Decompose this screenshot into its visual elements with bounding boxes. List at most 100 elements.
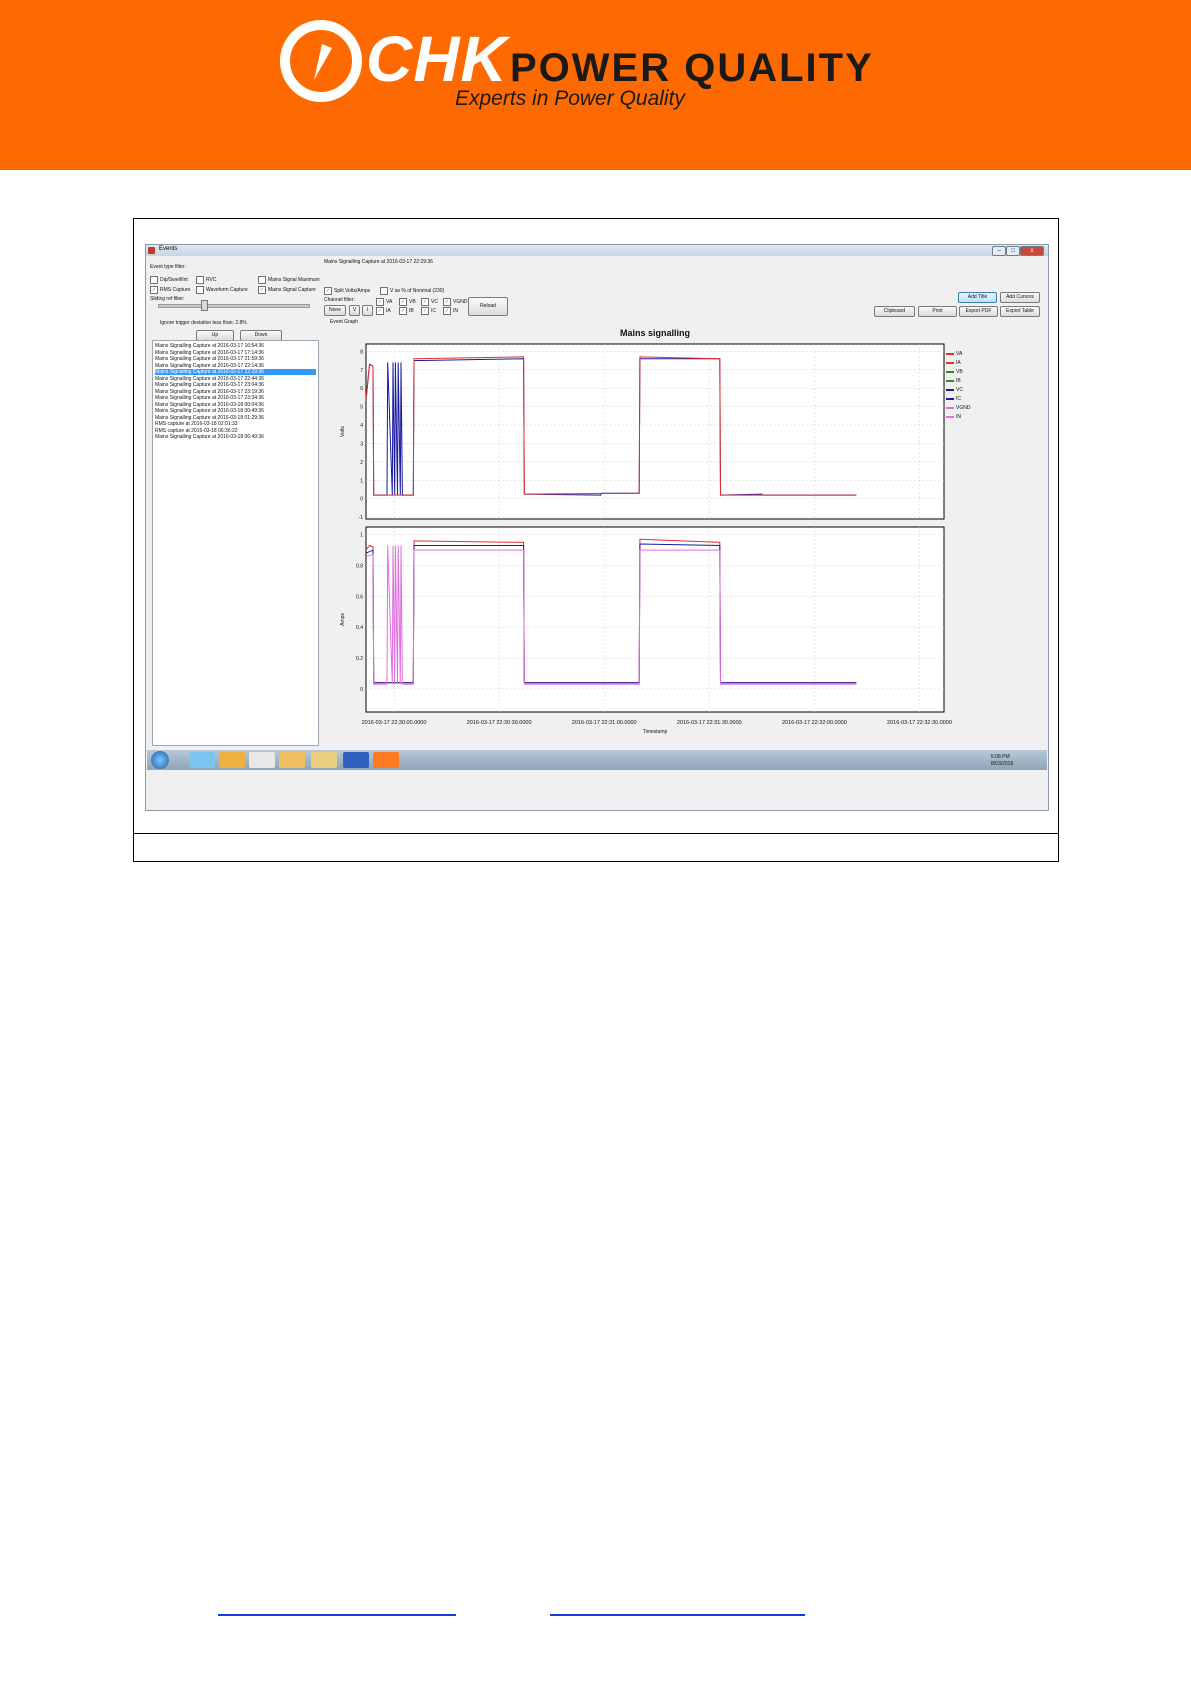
- legend-item: VC: [946, 387, 986, 394]
- legend-label: VB: [956, 369, 963, 375]
- y-axis-label: Amps: [340, 613, 346, 626]
- start-button-icon[interactable]: [151, 751, 169, 769]
- close-button[interactable]: x: [1020, 246, 1044, 256]
- split-volts-amps-checkbox[interactable]: ✓: [324, 287, 332, 295]
- chrome-icon[interactable]: [249, 752, 275, 768]
- add-cursors-button[interactable]: Add Cursors: [1000, 292, 1040, 303]
- event-list-item[interactable]: Mains Signalling Capture at 2016-03-18 0…: [155, 415, 316, 421]
- add-title-button[interactable]: Add Title: [958, 292, 997, 303]
- channel-va-label: VA: [386, 299, 393, 305]
- x-tick-label: 2016-03-17 22:30:00.0000: [362, 720, 427, 726]
- event-list-item[interactable]: Mains Signalling Capture at 2016-03-17 2…: [155, 395, 316, 401]
- filter-rvc-label: RVC: [206, 277, 217, 283]
- legend-item: IC: [946, 396, 986, 403]
- channel-in-checkbox[interactable]: ✓: [443, 307, 451, 315]
- channel-vb-checkbox[interactable]: ✓: [399, 298, 407, 306]
- maximize-button[interactable]: □: [1006, 246, 1020, 256]
- legend-item: VGND: [946, 405, 986, 412]
- x-tick-label: 2016-03-17 22:30:30.0000: [467, 720, 532, 726]
- event-list[interactable]: Mains Signalling Capture at 2016-03-17 1…: [152, 340, 319, 746]
- y-tick-label: 0.8: [356, 564, 363, 570]
- y-tick-label: -1: [359, 515, 364, 521]
- event-list-item[interactable]: Mains Signalling Capture at 2016-03-17 1…: [155, 350, 316, 356]
- clipboard-button[interactable]: Clipboard: [874, 306, 915, 317]
- channel-ia-label: IA: [386, 308, 391, 314]
- y-tick-label: 0.6: [356, 594, 363, 600]
- event-list-item[interactable]: Mains Signalling Capture at 2016-03-17 2…: [155, 389, 316, 395]
- channel-va-checkbox[interactable]: ✓: [376, 298, 384, 306]
- mains-signalling-chart: Mains signalling -1 0 1 2 3 4 5 6 7 8 Volts 0 0.2 0.4 0…: [340, 328, 952, 735]
- clock-date[interactable]: 8/03/2016: [991, 761, 1013, 767]
- media-player-icon[interactable]: [219, 752, 245, 768]
- v-as-percent-checkbox[interactable]: [380, 287, 388, 295]
- x-tick-label: 2016-03-17 22:32:00.0000: [782, 720, 847, 726]
- channel-vb-label: VB: [409, 299, 416, 305]
- filter-dip-swell-checkbox[interactable]: [150, 276, 158, 284]
- legend-label: VC: [956, 387, 963, 393]
- channel-ib-label: IB: [409, 308, 414, 314]
- channel-ic-checkbox[interactable]: ✓: [421, 307, 429, 315]
- filter-mains-signal-max-checkbox[interactable]: [258, 276, 266, 284]
- event-list-item[interactable]: Mains Signalling Capture at 2016-03-17 2…: [155, 376, 316, 382]
- y-tick-label: 3: [360, 441, 363, 447]
- reload-button[interactable]: Reload: [468, 297, 508, 316]
- sliding-ref-slider-thumb[interactable]: [201, 300, 208, 311]
- event-list-item[interactable]: Mains Signalling Capture at 2016-03-17 2…: [155, 356, 316, 362]
- y-tick-label: 0: [360, 687, 363, 693]
- clock-time[interactable]: 5:08 PM: [991, 754, 1010, 760]
- legend-label: IA: [956, 360, 961, 366]
- event-type-filter-label: Event type filter:: [150, 264, 186, 270]
- channel-v-button[interactable]: V: [349, 305, 360, 316]
- event-list-item[interactable]: Mains Signalling Capture at 2016-03-17 2…: [155, 369, 316, 375]
- filter-waveform-capture-checkbox[interactable]: [196, 286, 204, 294]
- filter-mains-signal-max-label: Mains Signal Maximum: [268, 277, 320, 283]
- minimize-button[interactable]: –: [992, 246, 1006, 256]
- filter-rms-capture-label: RMS Capture: [160, 287, 191, 293]
- export-table-button[interactable]: Export Table: [1000, 306, 1040, 317]
- channel-vgnd-checkbox[interactable]: ✓: [443, 298, 451, 306]
- legend-swatch: [946, 362, 954, 364]
- filter-rvc-checkbox[interactable]: [196, 276, 204, 284]
- sliding-ref-slider-track[interactable]: [158, 304, 310, 308]
- event-list-item[interactable]: RMS capture at 2016-03-18 02:01:33: [155, 421, 316, 427]
- export-pdf-button[interactable]: Export PDF: [959, 306, 998, 317]
- channel-vc-checkbox[interactable]: ✓: [421, 298, 429, 306]
- footer-link-1[interactable]: [218, 1600, 456, 1616]
- event-graph-tab[interactable]: Event Graph: [330, 319, 358, 325]
- chk-app-icon[interactable]: [373, 752, 399, 768]
- legend-item: VA: [946, 351, 986, 358]
- channel-none-button[interactable]: None: [324, 305, 346, 316]
- legend-item: IA: [946, 360, 986, 367]
- channel-ib-checkbox[interactable]: ✓: [399, 307, 407, 315]
- event-list-item[interactable]: Mains Signalling Capture at 2016-03-17 1…: [155, 343, 316, 349]
- y-tick-label: 0.2: [356, 656, 363, 662]
- explorer-icon[interactable]: [311, 752, 337, 768]
- plot-area: [365, 343, 945, 520]
- channel-filter-label: Channel filter:: [324, 297, 355, 303]
- legend-label: VGND: [956, 405, 971, 411]
- event-list-item[interactable]: RMS capture at 2016-03-18 06:36:22: [155, 428, 316, 434]
- event-list-item[interactable]: Mains Signalling Capture at 2016-03-18 0…: [155, 434, 316, 440]
- channel-ia-checkbox[interactable]: ✓: [376, 307, 384, 315]
- page-header: CHK POWER QUALITY Experts in Power Quali…: [0, 0, 1191, 170]
- event-list-item[interactable]: Mains Signalling Capture at 2016-03-17 2…: [155, 382, 316, 388]
- x-tick-label: 2016-03-17 22:32:30.0000: [887, 720, 952, 726]
- legend-item: VB: [946, 369, 986, 376]
- outlook-icon[interactable]: [279, 752, 305, 768]
- event-list-item[interactable]: Mains Signalling Capture at 2016-03-18 0…: [155, 402, 316, 408]
- filter-rms-capture-checkbox[interactable]: ✓: [150, 286, 158, 294]
- event-list-item[interactable]: Mains Signalling Capture at 2016-03-18 0…: [155, 408, 316, 414]
- channel-i-button[interactable]: I: [362, 305, 373, 316]
- x-axis-label: Timestamp: [643, 729, 668, 735]
- sliding-ref-filter-label: Sliding ref filter:: [150, 296, 185, 302]
- word-icon[interactable]: [343, 752, 369, 768]
- footer-link-2[interactable]: [550, 1600, 805, 1616]
- print-button[interactable]: Print: [918, 306, 957, 317]
- legend-label: IC: [956, 396, 961, 402]
- channel-vgnd-label: VGND: [453, 299, 468, 305]
- ie-icon[interactable]: [189, 752, 215, 768]
- chart-title: Mains signalling: [620, 328, 690, 338]
- y-tick-label: 8: [360, 349, 363, 355]
- filter-mains-signal-capture-checkbox[interactable]: ✓: [258, 286, 266, 294]
- event-list-item[interactable]: Mains Signalling Capture at 2016-03-17 2…: [155, 363, 316, 369]
